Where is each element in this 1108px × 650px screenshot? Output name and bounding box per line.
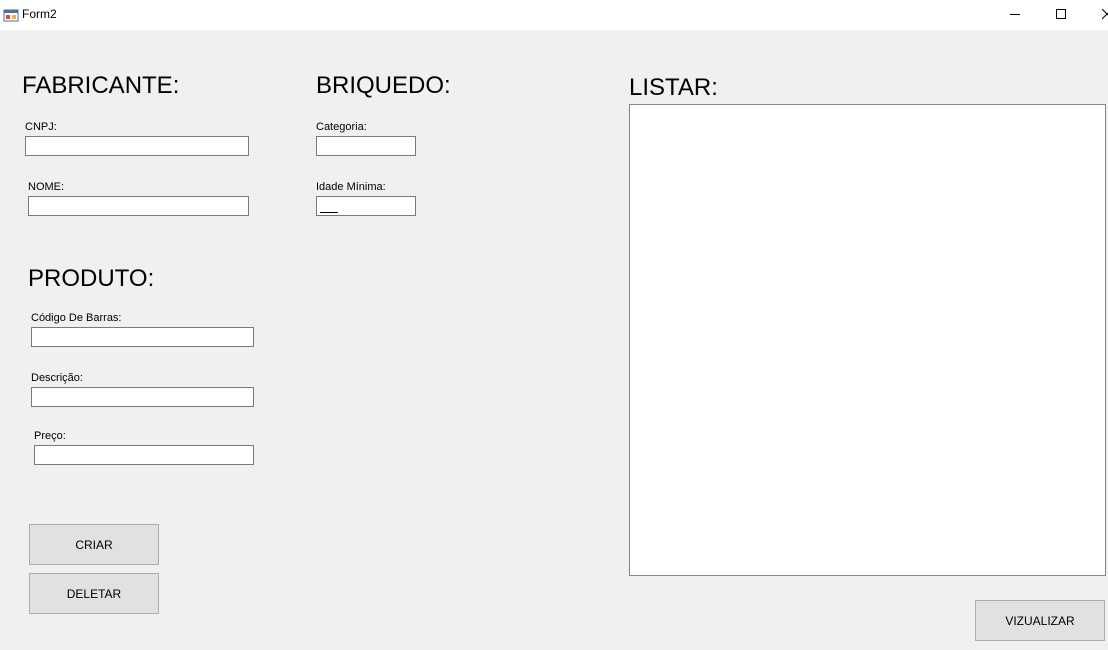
codigo-barras-label: Código De Barras: bbox=[31, 312, 122, 324]
title-bar[interactable]: Form2 bbox=[0, 0, 1108, 30]
idade-minima-label: Idade Mínima: bbox=[316, 181, 386, 193]
cnpj-input[interactable] bbox=[25, 136, 249, 156]
categoria-input[interactable] bbox=[316, 136, 416, 156]
close-button[interactable] bbox=[1084, 0, 1108, 30]
window-title: Form2 bbox=[22, 7, 57, 21]
cnpj-label: CNPJ: bbox=[25, 121, 57, 133]
criar-button[interactable]: CRIAR bbox=[29, 524, 159, 565]
preco-input[interactable] bbox=[34, 445, 254, 465]
listar-listbox[interactable] bbox=[629, 104, 1106, 576]
minimize-icon bbox=[1010, 14, 1020, 15]
maximize-button[interactable] bbox=[1038, 0, 1084, 30]
idade-minima-masked-input[interactable] bbox=[316, 196, 416, 216]
nome-input[interactable] bbox=[28, 196, 249, 216]
preco-label: Preço: bbox=[34, 430, 66, 442]
listar-heading: LISTAR: bbox=[629, 74, 718, 101]
fabricante-heading: FABRICANTE: bbox=[22, 72, 180, 99]
categoria-label: Categoria: bbox=[316, 121, 367, 133]
nome-label: NOME: bbox=[28, 181, 65, 193]
deletar-button[interactable]: DELETAR bbox=[29, 573, 159, 614]
descricao-input[interactable] bbox=[31, 387, 254, 407]
descricao-label: Descrição: bbox=[31, 372, 83, 384]
brinquedo-heading: BRIQUEDO: bbox=[316, 72, 451, 99]
maximize-icon bbox=[1056, 9, 1066, 19]
form-app-icon bbox=[3, 7, 19, 23]
produto-heading: PRODUTO: bbox=[28, 265, 155, 292]
minimize-button[interactable] bbox=[992, 0, 1038, 30]
vizualizar-button[interactable]: VIZUALIZAR bbox=[975, 600, 1105, 641]
mask-placeholder-underline bbox=[320, 212, 338, 213]
close-icon bbox=[1102, 9, 1108, 20]
codigo-barras-input[interactable] bbox=[31, 327, 254, 347]
